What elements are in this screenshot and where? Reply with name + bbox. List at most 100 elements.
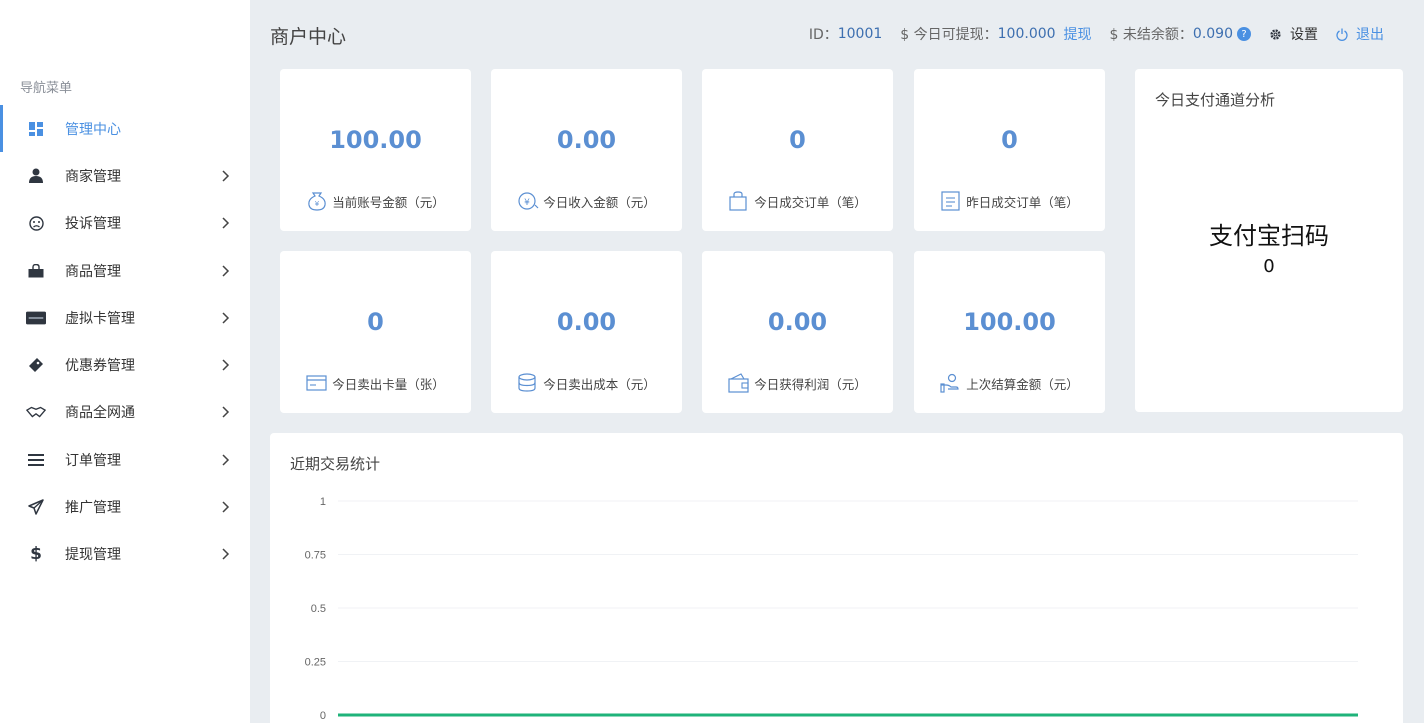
unsettled-value: 0.090 [1192, 26, 1233, 42]
stat-card-today-profit: 0.00 今日获得利润（元） [702, 251, 893, 413]
sidebar-item-label: 管理中心 [65, 121, 121, 138]
sidebar-item-label: 商品全网通 [65, 405, 135, 422]
panel-title: 今日支付通道分析 [1155, 91, 1276, 109]
stat-label: 今日收入金额（元） [543, 194, 656, 210]
stat-label-row: 今日卖出卡量（张） [280, 373, 471, 393]
ticket-icon [26, 355, 46, 375]
withdrawable-value: 100.000 [997, 26, 1056, 42]
nav-heading: 导航菜单 [20, 81, 73, 96]
logout-label: 退出 [1356, 27, 1384, 43]
stat-card-last-settlement: 100.00 上次结算金额（元） [914, 251, 1105, 413]
stat-value: 0.00 [556, 308, 617, 336]
dashboard-icon [26, 119, 46, 139]
credit-card-icon [26, 308, 46, 328]
sidebar-item-orders[interactable]: 订单管理 [0, 436, 250, 483]
stat-label: 今日获得利润（元） [754, 376, 867, 392]
unsettled-balance: $ 未结余额： 0.090 ? [1110, 24, 1251, 44]
withdrawable-label: $ 今日可提现： [900, 27, 998, 43]
stat-label-row: 昨日成交订单（笔） [914, 191, 1105, 211]
page-title: 商户中心 [270, 26, 347, 48]
y-tick-label: 0.75 [305, 550, 326, 562]
withdraw-link[interactable]: 提现 [1064, 24, 1092, 44]
stat-card-cards-sold: 0 今日卖出卡量（张） [280, 251, 471, 413]
settings-button[interactable]: 设置 [1269, 24, 1318, 44]
list-icon [26, 450, 46, 470]
stat-label-row: 今日获得利润（元） [702, 373, 893, 393]
svg-text:¥: ¥ [315, 200, 320, 208]
chevron-right-icon [220, 359, 232, 371]
shopping-bag-outline-icon [729, 191, 747, 211]
shopping-bag-icon [26, 261, 46, 281]
y-tick-label: 0 [320, 710, 326, 722]
user-icon [26, 166, 46, 186]
sidebar-item-label: 提现管理 [65, 547, 121, 564]
sidebar-item-dashboard[interactable]: 管理中心 [0, 105, 250, 153]
nav-list: 管理中心 商家管理 投诉管理 商品管理 虚拟卡管理 优惠券管理 商品全网通 订单… [0, 105, 250, 578]
stat-label: 昨日成交订单（笔） [966, 194, 1079, 210]
sidebar: 导航菜单 管理中心 商家管理 投诉管理 商品管理 虚拟卡管理 优惠券管理 商品全… [0, 0, 250, 723]
stat-card-today-orders: 0 今日成交订单（笔） [702, 69, 893, 231]
stat-value: 0 [789, 126, 806, 154]
sidebar-item-label: 优惠券管理 [65, 358, 135, 375]
stat-value: 100.00 [329, 126, 422, 154]
wallet-icon [728, 373, 749, 393]
stat-label-row: 今日成交订单（笔） [702, 191, 893, 211]
sidebar-item-complaints[interactable]: 投诉管理 [0, 200, 250, 247]
help-icon[interactable]: ? [1237, 27, 1251, 41]
sidebar-item-label: 虚拟卡管理 [65, 310, 135, 327]
chevron-right-icon [220, 501, 232, 513]
power-icon [1336, 28, 1348, 41]
stat-label-row: 上次结算金额（元） [914, 373, 1105, 393]
stat-label: 今日卖出成本（元） [543, 376, 656, 392]
merchant-id: ID： 10001 [809, 24, 882, 44]
stat-value: 100.00 [963, 308, 1056, 336]
sidebar-item-label: 推广管理 [65, 500, 121, 517]
sidebar-item-network-sync[interactable]: 商品全网通 [0, 389, 250, 436]
sidebar-item-label: 投诉管理 [65, 216, 121, 233]
chevron-right-icon [220, 170, 232, 182]
channel-value: 0 [1263, 256, 1275, 277]
sidebar-item-label: 商品管理 [65, 263, 121, 280]
stat-label-row: ¥ 当前账号金额（元） [280, 191, 471, 211]
stat-card-yesterday-orders: 0 昨日成交订单（笔） [914, 69, 1105, 231]
dollar-icon: $ [30, 544, 42, 565]
logout-button[interactable]: 退出 [1336, 24, 1384, 44]
trade-line-chart: 1 0.75 0.5 0.25 0 [305, 496, 1358, 722]
payment-channel-panel: 今日支付通道分析 支付宝扫码 0 [1135, 69, 1403, 412]
chevron-right-icon [220, 312, 232, 324]
chevron-right-icon [220, 406, 232, 418]
stat-card-cost-sold: 0.00 今日卖出成本（元） [491, 251, 682, 413]
coins-stack-icon [518, 373, 536, 392]
sidebar-item-products[interactable]: 商品管理 [0, 247, 250, 294]
hand-coin-icon [940, 373, 959, 393]
gear-icon [1270, 28, 1281, 40]
sidebar-item-merchants[interactable]: 商家管理 [0, 152, 250, 199]
merchant-id-value: 10001 [837, 26, 883, 42]
recent-trades-chart-card: 近期交易统计 1 0.75 0.5 0.25 0 [270, 433, 1403, 723]
chevron-right-icon [220, 454, 232, 466]
y-tick-label: 1 [320, 496, 326, 508]
yen-coin-icon: ¥ [518, 192, 539, 210]
account-summary: ID： 10001 $ 今日可提现： 100.000 提现 $ 未结余额： 0.… [791, 24, 1384, 44]
sidebar-item-virtual-cards[interactable]: 虚拟卡管理 [0, 294, 250, 341]
y-tick-label: 0.5 [311, 603, 326, 615]
withdrawable-today: $ 今日可提现： 100.000 提现 [900, 24, 1091, 44]
frown-icon [26, 213, 46, 233]
sidebar-item-promotion[interactable]: 推广管理 [0, 483, 250, 530]
stat-card-today-income: 0.00 ¥ 今日收入金额（元） [491, 69, 682, 231]
settings-label: 设置 [1290, 27, 1318, 43]
stat-label: 上次结算金额（元） [966, 376, 1079, 392]
sidebar-item-label: 订单管理 [65, 452, 121, 469]
chevron-right-icon [220, 265, 232, 277]
receipt-icon [941, 191, 960, 211]
sidebar-item-label: 商家管理 [65, 168, 121, 185]
stat-value: 0.00 [767, 308, 828, 336]
stat-label-row: ¥ 今日收入金额（元） [491, 191, 682, 211]
card-outline-icon [306, 375, 327, 391]
stat-value: 0 [1001, 126, 1018, 154]
stat-card-account-balance: 100.00 ¥ 当前账号金额（元） [280, 69, 471, 231]
sidebar-item-withdrawals[interactable]: $ 提现管理 [0, 531, 250, 578]
sidebar-item-coupons[interactable]: 优惠券管理 [0, 341, 250, 388]
money-bag-icon: ¥ [308, 192, 326, 211]
chevron-right-icon [220, 217, 232, 229]
